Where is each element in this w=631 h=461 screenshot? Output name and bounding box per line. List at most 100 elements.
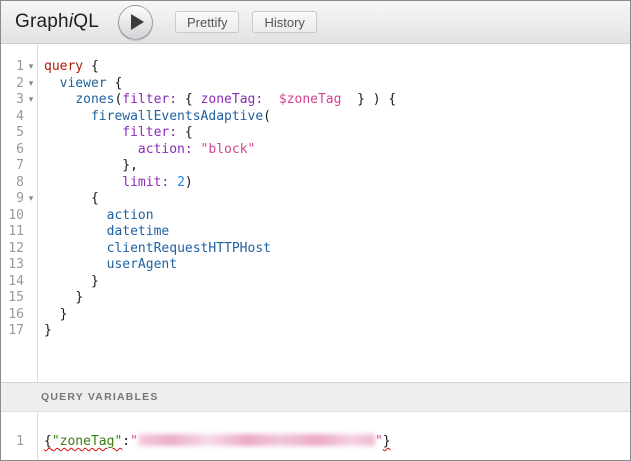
line-number: 2: [1, 76, 24, 93]
token-attr: action:: [138, 142, 193, 157]
line-number: 14: [1, 274, 24, 291]
query-editor[interactable]: 1▾query {2▾ viewer {3▾ zones(filter: { z…: [1, 44, 630, 382]
line-number: 12: [1, 241, 24, 258]
fold-arrow-icon[interactable]: ▾: [24, 76, 38, 93]
code-line[interactable]: 14 }: [1, 274, 630, 291]
line-number: 1: [1, 59, 24, 76]
play-icon: [131, 14, 144, 30]
token-p: }: [383, 434, 391, 449]
code-line[interactable]: 13 userAgent: [1, 257, 630, 274]
code-line[interactable]: 5 filter: {: [1, 125, 630, 142]
token-attr: limit:: [122, 175, 169, 190]
code-text: limit: 2): [38, 175, 193, 190]
code-line[interactable]: 12 clientRequestHTTPHost: [1, 241, 630, 258]
variables-editor[interactable]: 1{"zoneTag":""}: [1, 412, 630, 460]
code-text: query {: [38, 59, 99, 74]
token-p: {: [177, 125, 193, 140]
code-line[interactable]: 1{"zoneTag":""}: [1, 434, 630, 451]
code-text: firewallEventsAdaptive(: [38, 109, 271, 124]
execute-query-button[interactable]: [118, 5, 153, 40]
app-window: GraphiQL Prettify History 1▾query {2▾ vi…: [0, 0, 631, 461]
toolbar: GraphiQL Prettify History: [1, 1, 630, 44]
token-p: }: [91, 274, 99, 289]
variables-editor-lines: 1{"zoneTag":""}: [1, 434, 630, 451]
token-str: ": [375, 434, 383, 449]
line-number: 10: [1, 208, 24, 225]
token-p: }: [75, 290, 83, 305]
token-str: "block": [201, 142, 256, 157]
code-line[interactable]: 15 }: [1, 290, 630, 307]
token-p: {: [91, 191, 99, 206]
line-number: 8: [1, 175, 24, 192]
token-prop: clientRequestHTTPHost: [107, 241, 271, 256]
token-p: ): [185, 175, 193, 190]
token-prop: datetime: [107, 224, 170, 239]
line-number: 4: [1, 109, 24, 126]
graphiql-logo: GraphiQL: [15, 11, 99, 33]
token-p: {: [107, 76, 123, 91]
token-prop: viewer: [60, 76, 107, 91]
token-num: 2: [177, 175, 185, 190]
token-prop: firewallEventsAdaptive: [91, 109, 263, 124]
logo-text-pre: Graph: [15, 11, 69, 32]
code-line[interactable]: 2▾ viewer {: [1, 76, 630, 93]
variables-title-bar[interactable]: QUERY VARIABLES: [1, 382, 630, 412]
token-p: } ) {: [341, 92, 396, 107]
code-line[interactable]: 7 },: [1, 158, 630, 175]
code-text: zones(filter: { zoneTag: $zoneTag } ) {: [38, 92, 396, 107]
code-text: }: [38, 274, 99, 289]
code-line[interactable]: 16 }: [1, 307, 630, 324]
code-text: userAgent: [38, 257, 177, 272]
token-prop: zones: [75, 92, 114, 107]
code-text: datetime: [38, 224, 169, 239]
token-p: [263, 92, 279, 107]
line-number: 1: [1, 434, 24, 451]
token-kw: query: [44, 59, 83, 74]
code-text: },: [38, 158, 138, 173]
token-var: $zoneTag: [279, 92, 342, 107]
code-line[interactable]: 10 action: [1, 208, 630, 225]
code-line[interactable]: 17}: [1, 323, 630, 340]
redacted-value-blur: [138, 434, 375, 446]
code-line[interactable]: 8 limit: 2): [1, 175, 630, 192]
token-key: "zoneTag": [52, 434, 122, 449]
code-line[interactable]: 11 datetime: [1, 224, 630, 241]
code-text: {: [38, 191, 99, 206]
line-number: 11: [1, 224, 24, 241]
line-number: 15: [1, 290, 24, 307]
line-number: 5: [1, 125, 24, 142]
token-p: (: [263, 109, 271, 124]
code-text: }: [38, 323, 52, 338]
token-attr: zoneTag:: [201, 92, 264, 107]
code-line[interactable]: 9▾ {: [1, 191, 630, 208]
code-text: }: [38, 307, 67, 322]
code-text: action: [38, 208, 154, 223]
gutter-border: [37, 44, 38, 382]
code-line[interactable]: 6 action: "block": [1, 142, 630, 159]
code-line[interactable]: 3▾ zones(filter: { zoneTag: $zoneTag } )…: [1, 92, 630, 109]
variables-title: QUERY VARIABLES: [41, 391, 159, 403]
token-p: {: [44, 434, 52, 449]
fold-arrow-icon[interactable]: ▾: [24, 191, 38, 208]
code-line[interactable]: 1▾query {: [1, 59, 630, 76]
token-p: [169, 175, 177, 190]
line-number: 6: [1, 142, 24, 159]
token-p: {: [83, 59, 99, 74]
token-attr: filter:: [122, 92, 177, 107]
fold-arrow-icon[interactable]: ▾: [24, 59, 38, 76]
history-button[interactable]: History: [252, 11, 316, 33]
token-p: },: [122, 158, 138, 173]
logo-text-post: QL: [73, 11, 99, 32]
token-p: }: [44, 323, 52, 338]
code-text: clientRequestHTTPHost: [38, 241, 271, 256]
code-line[interactable]: 4 firewallEventsAdaptive(: [1, 109, 630, 126]
line-number: 17: [1, 323, 24, 340]
token-p: [193, 142, 201, 157]
token-str: ": [130, 434, 138, 449]
token-p: }: [60, 307, 68, 322]
code-text: filter: {: [38, 125, 193, 140]
line-number: 3: [1, 92, 24, 109]
code-text: viewer {: [38, 76, 122, 91]
prettify-button[interactable]: Prettify: [175, 11, 239, 33]
fold-arrow-icon[interactable]: ▾: [24, 92, 38, 109]
